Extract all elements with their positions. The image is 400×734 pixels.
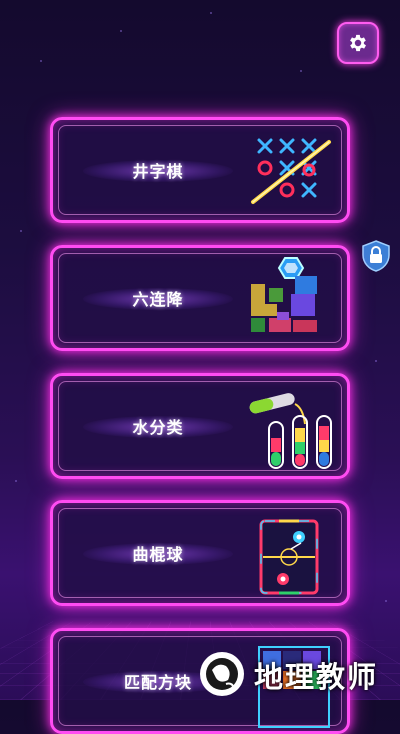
gear-icon xyxy=(350,34,366,52)
game-card-water-sort[interactable]: 水分类 xyxy=(50,373,350,479)
block-stack-art xyxy=(251,257,317,332)
game-title: 水分类 xyxy=(132,418,184,437)
game-title: 井字棋 xyxy=(132,162,184,181)
lock-icon xyxy=(362,240,390,272)
game-card-block-drop[interactable]: 六连降 xyxy=(50,245,350,351)
game-card-tic-tac-toe[interactable]: 井字棋 xyxy=(50,117,350,223)
game-title: 六连降 xyxy=(132,290,184,309)
watermark-text: 地理教师 xyxy=(254,660,379,694)
game-card-air-hockey[interactable]: 曲棍球 xyxy=(50,500,350,606)
water-sort-art xyxy=(249,393,332,469)
air-hockey-art xyxy=(259,519,319,595)
watermark: 地理教师 xyxy=(198,648,398,700)
tic-tac-toe-art xyxy=(251,138,331,204)
settings-button[interactable] xyxy=(337,22,379,64)
lock-badge xyxy=(361,240,391,272)
game-title: 曲棍球 xyxy=(132,545,184,564)
globe-logo xyxy=(200,652,244,696)
